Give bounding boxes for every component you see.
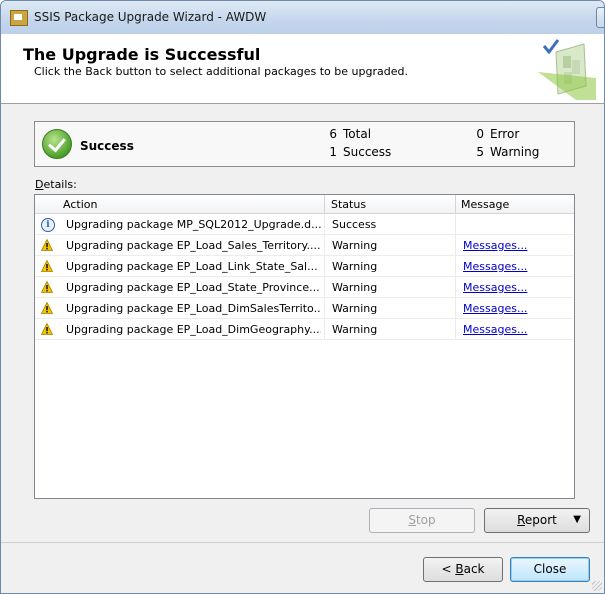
- stop-button[interactable]: Stop: [369, 508, 475, 533]
- footer-divider: [1, 542, 604, 543]
- stop-mnemonic: S: [408, 513, 416, 527]
- cell-divider: [324, 235, 325, 255]
- total-label: Total: [343, 127, 372, 141]
- row-action: Upgrading package EP_Load_DimGeography..…: [66, 323, 321, 336]
- success-stat: 1 Success: [325, 145, 391, 159]
- upgrade-summary-panel: Success 6 Total 1 Success 0 Error 5 Warning: [34, 121, 575, 167]
- cell-divider: [324, 277, 325, 297]
- warning-icon: [41, 260, 53, 272]
- warning-icon: [41, 323, 53, 335]
- row-status: Warning: [332, 281, 378, 294]
- page-title: The Upgrade is Successful: [23, 45, 261, 64]
- warning-stat: 5 Warning: [472, 145, 539, 159]
- messages-link[interactable]: Messages...: [463, 281, 527, 294]
- row-status: Success: [332, 218, 377, 231]
- column-separator[interactable]: [455, 195, 456, 213]
- error-count: 0: [476, 127, 484, 141]
- grid-header: Action Status Message: [35, 195, 574, 214]
- warning-icon: [41, 239, 53, 251]
- column-header-action[interactable]: Action: [63, 198, 97, 211]
- chevron-down-icon: ▼: [573, 514, 581, 525]
- total-count: 6: [329, 127, 337, 141]
- table-row[interactable]: Upgrading package EP_Load_DimSalesTerrit…: [35, 298, 574, 319]
- cell-divider: [455, 277, 456, 297]
- success-check-icon: [42, 129, 72, 159]
- cell-divider: [455, 319, 456, 339]
- back-mnemonic: B: [455, 562, 464, 576]
- row-action: Upgrading package MP_SQL2012_Upgrade.d..…: [66, 218, 321, 231]
- row-action: Upgrading package EP_Load_DimSalesTerrit…: [66, 302, 321, 315]
- cell-divider: [455, 235, 456, 255]
- error-label: Error: [490, 127, 520, 141]
- row-status: Warning: [332, 239, 378, 252]
- messages-link[interactable]: Messages...: [463, 260, 527, 273]
- row-action: Upgrading package EP_Load_State_Province…: [66, 281, 320, 294]
- success-count: 1: [329, 145, 337, 159]
- cell-divider: [324, 256, 325, 276]
- cell-divider: [324, 319, 325, 339]
- report-button[interactable]: Report ▼: [484, 508, 590, 533]
- info-icon: i: [41, 218, 55, 232]
- back-button[interactable]: < Back: [423, 557, 503, 582]
- resize-grip[interactable]: [592, 581, 602, 591]
- table-row[interactable]: Upgrading package EP_Load_Link_State_Sal…: [35, 256, 574, 277]
- title-bar[interactable]: SSIS Package Upgrade Wizard - AWDW ✕: [1, 1, 604, 34]
- minimize-button[interactable]: [596, 7, 604, 28]
- table-row[interactable]: Upgrading package EP_Load_DimGeography..…: [35, 319, 574, 340]
- row-status: Warning: [332, 302, 378, 315]
- wizard-header: The Upgrade is Successful Click the Back…: [1, 34, 604, 104]
- close-button[interactable]: Close: [510, 557, 590, 582]
- warning-label: Warning: [490, 145, 540, 159]
- report-mnemonic: R: [517, 513, 525, 527]
- wizard-window: SSIS Package Upgrade Wizard - AWDW ✕ The…: [0, 0, 605, 594]
- cell-divider: [455, 214, 456, 234]
- cell-divider: [324, 298, 325, 318]
- back-label: ack: [463, 562, 485, 576]
- column-header-status[interactable]: Status: [331, 198, 366, 211]
- report-label: eport: [524, 513, 557, 527]
- details-label: Details:: [35, 178, 77, 191]
- window-title: SSIS Package Upgrade Wizard - AWDW: [34, 10, 267, 24]
- table-row[interactable]: i Upgrading package MP_SQL2012_Upgrade.d…: [35, 214, 574, 235]
- page-subtitle: Click the Back button to select addition…: [34, 65, 408, 78]
- messages-link[interactable]: Messages...: [463, 239, 527, 252]
- details-grid[interactable]: Action Status Message i Upgrading packag…: [34, 194, 575, 499]
- row-status: Warning: [332, 260, 378, 273]
- error-stat: 0 Error: [472, 127, 519, 141]
- warning-count: 5: [476, 145, 484, 159]
- column-header-message[interactable]: Message: [461, 198, 509, 211]
- messages-link[interactable]: Messages...: [463, 323, 527, 336]
- total-stat: 6 Total: [325, 127, 371, 141]
- row-action: Upgrading package EP_Load_Link_State_Sal…: [66, 260, 318, 273]
- summary-status: Success: [80, 139, 134, 153]
- column-separator[interactable]: [324, 195, 325, 213]
- details-label-rest: etails:: [43, 178, 77, 191]
- table-row[interactable]: Upgrading package EP_Load_Sales_Territor…: [35, 235, 574, 256]
- cell-divider: [455, 298, 456, 318]
- back-prefix: <: [441, 562, 456, 576]
- table-row[interactable]: Upgrading package EP_Load_State_Province…: [35, 277, 574, 298]
- warning-icon: [41, 281, 53, 293]
- stop-label: top: [415, 513, 436, 527]
- messages-link[interactable]: Messages...: [463, 302, 527, 315]
- cell-divider: [324, 214, 325, 234]
- row-action: Upgrading package EP_Load_Sales_Territor…: [66, 239, 321, 252]
- warning-icon: [41, 302, 53, 314]
- success-label: Success: [343, 145, 392, 159]
- row-status: Warning: [332, 323, 378, 336]
- cell-divider: [455, 256, 456, 276]
- ssis-app-icon: [10, 10, 28, 26]
- wizard-banner-icon: [538, 39, 596, 100]
